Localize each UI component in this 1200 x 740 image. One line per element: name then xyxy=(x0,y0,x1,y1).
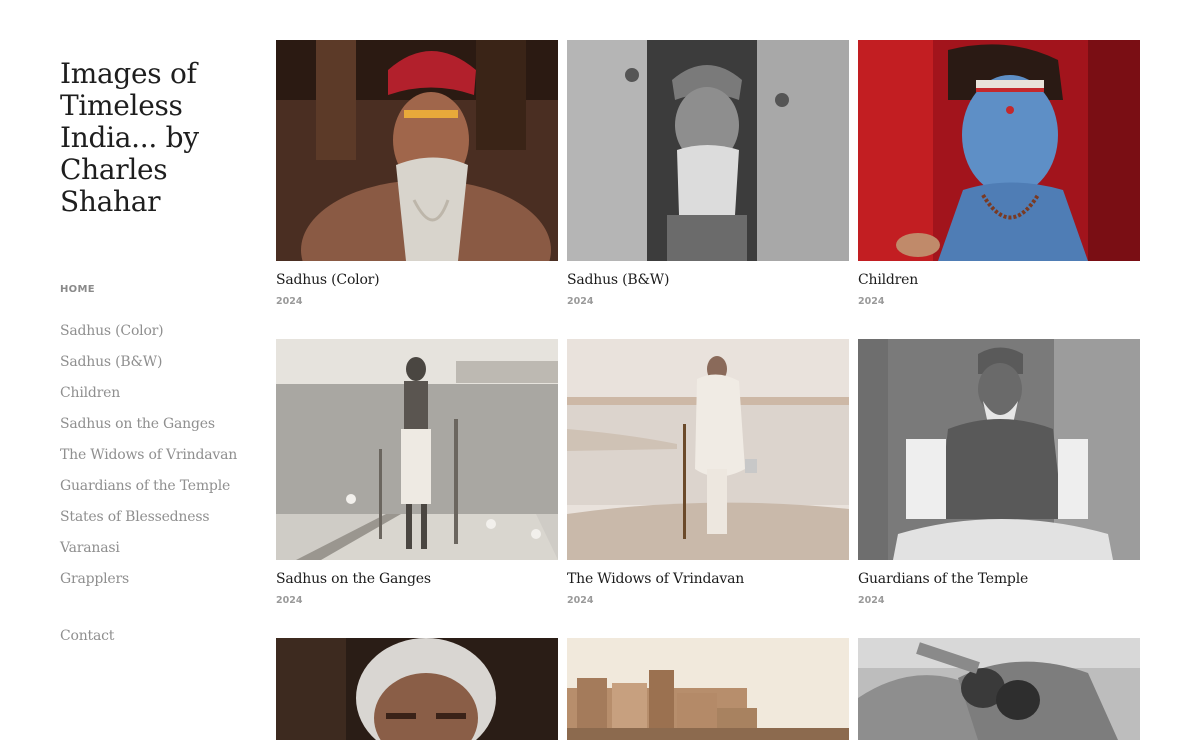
nav-link-sadhus-color[interactable]: Sadhus (Color) xyxy=(60,323,164,339)
gallery-card[interactable] xyxy=(276,638,558,740)
gallery-thumbnail[interactable] xyxy=(858,638,1140,740)
nav-item: Varanasi xyxy=(60,537,250,568)
gallery-thumbnail[interactable] xyxy=(567,339,849,560)
nav-link-varanasi[interactable]: Varanasi xyxy=(60,540,120,556)
nav-item: Sadhus on the Ganges xyxy=(60,413,250,444)
gallery-thumbnail[interactable] xyxy=(276,339,558,560)
nav-link-widows-vrindavan[interactable]: The Widows of Vrindavan xyxy=(60,447,237,463)
nav-item: Grapplers xyxy=(60,568,250,599)
gallery-thumbnail[interactable] xyxy=(276,40,558,261)
nav-item: Sadhus (Color) xyxy=(60,320,250,351)
gallery-title[interactable]: Guardians of the Temple xyxy=(858,571,1140,587)
nav-link-children[interactable]: Children xyxy=(60,385,120,401)
gallery-card[interactable]: Sadhus on the Ganges 2024 xyxy=(276,339,558,606)
nav-item: States of Blessedness xyxy=(60,506,250,537)
sidebar: Images of Timeless India... by Charles S… xyxy=(60,58,250,645)
sadhu-color-photo xyxy=(276,40,558,261)
gallery-year: 2024 xyxy=(276,595,303,606)
gallery-thumbnail[interactable] xyxy=(567,40,849,261)
gallery-thumbnail[interactable] xyxy=(276,638,558,740)
gallery-card[interactable]: Sadhus (B&W) 2024 xyxy=(567,40,849,307)
sadhus-ganges-photo xyxy=(276,339,558,560)
gallery-year: 2024 xyxy=(567,296,594,307)
gallery-card[interactable]: Guardians of the Temple 2024 xyxy=(858,339,1140,606)
gallery-year: 2024 xyxy=(276,296,303,307)
gallery-year: 2024 xyxy=(858,296,885,307)
gallery-title[interactable]: Sadhus (Color) xyxy=(276,272,558,288)
nav-home-link[interactable]: HOME xyxy=(60,284,250,295)
varanasi-photo xyxy=(567,638,849,740)
gallery-thumbnail[interactable] xyxy=(567,638,849,740)
site-title[interactable]: Images of Timeless India... by Charles S… xyxy=(60,58,250,218)
states-blessedness-photo xyxy=(276,638,558,740)
gallery-title[interactable]: Children xyxy=(858,272,1140,288)
grapplers-photo xyxy=(858,638,1140,740)
gallery-title[interactable]: Sadhus (B&W) xyxy=(567,272,849,288)
nav-link-guardians-temple[interactable]: Guardians of the Temple xyxy=(60,478,230,494)
nav-link-sadhus-ganges[interactable]: Sadhus on the Ganges xyxy=(60,416,215,432)
nav-list: Sadhus (Color) Sadhus (B&W) Children Sad… xyxy=(60,320,250,599)
gallery-title[interactable]: The Widows of Vrindavan xyxy=(567,571,849,587)
nav-item: Children xyxy=(60,382,250,413)
gallery-thumbnail[interactable] xyxy=(858,40,1140,261)
widows-vrindavan-photo xyxy=(567,339,849,560)
gallery-card[interactable]: Sadhus (Color) 2024 xyxy=(276,40,558,307)
gallery-title[interactable]: Sadhus on the Ganges xyxy=(276,571,558,587)
guardians-temple-photo xyxy=(858,339,1140,560)
children-photo xyxy=(858,40,1140,261)
sadhu-bw-photo xyxy=(567,40,849,261)
nav-link-contact[interactable]: Contact xyxy=(60,628,114,644)
nav-item: Guardians of the Temple xyxy=(60,475,250,506)
gallery-thumbnail[interactable] xyxy=(858,339,1140,560)
gallery-card[interactable] xyxy=(858,638,1140,740)
gallery-card[interactable]: The Widows of Vrindavan 2024 xyxy=(567,339,849,606)
gallery-year: 2024 xyxy=(567,595,594,606)
nav-link-grapplers[interactable]: Grapplers xyxy=(60,571,129,587)
gallery-card[interactable]: Children 2024 xyxy=(858,40,1140,307)
gallery-year: 2024 xyxy=(858,595,885,606)
gallery-card[interactable] xyxy=(567,638,849,740)
nav-link-states-blessedness[interactable]: States of Blessedness xyxy=(60,509,210,525)
nav-item: The Widows of Vrindavan xyxy=(60,444,250,475)
nav-link-sadhus-bw[interactable]: Sadhus (B&W) xyxy=(60,354,162,370)
nav-item: Sadhus (B&W) xyxy=(60,351,250,382)
